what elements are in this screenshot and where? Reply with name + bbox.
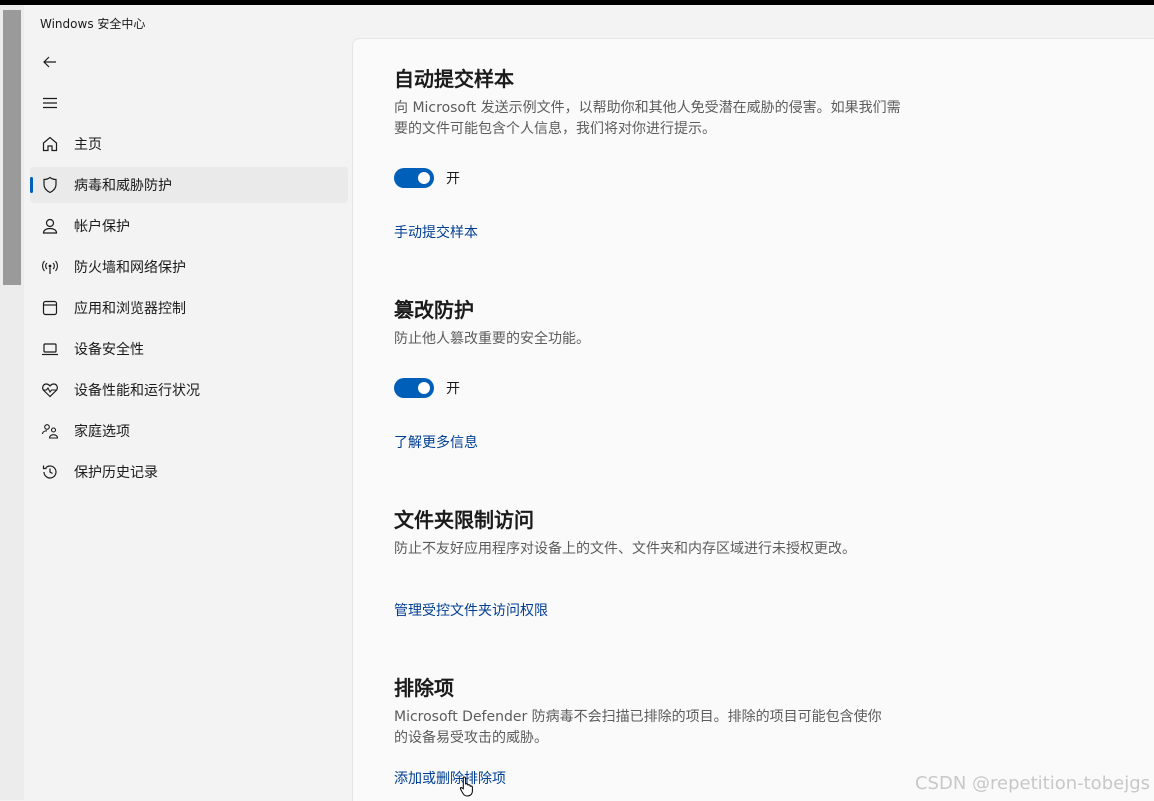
- nav-item-family-options[interactable]: 家庭选项: [30, 413, 348, 449]
- tamper-protection-toggle-row: 开: [394, 378, 460, 398]
- learn-more-link[interactable]: 了解更多信息: [394, 432, 478, 452]
- mouse-pointer-icon: [459, 775, 475, 801]
- nav-item-app-browser-control[interactable]: 应用和浏览器控制: [30, 290, 348, 326]
- back-arrow-icon[interactable]: [36, 48, 64, 76]
- family-icon: [40, 421, 60, 441]
- add-remove-exclusions-link[interactable]: 添加或删除排除项: [394, 768, 506, 788]
- nav-item-firewall[interactable]: 防火墙和网络保护: [30, 249, 348, 285]
- manual-submit-sample-link[interactable]: 手动提交样本: [394, 222, 478, 242]
- watermark-text: CSDN @repetition-tobejgs: [914, 773, 1150, 794]
- section-description: 向 Microsoft 发送示例文件，以帮助你和其他人免受潜在威胁的侵害。如果我…: [394, 100, 901, 137]
- nav-item-device-security[interactable]: 设备安全性: [30, 331, 348, 367]
- history-icon: [40, 462, 60, 482]
- toggle-state-label: 开: [446, 381, 460, 397]
- section-description: 防止不友好应用程序对设备上的文件、文件夹和内存区域进行未授权更改。: [394, 541, 856, 557]
- wireless-icon: [40, 257, 60, 277]
- home-icon: [40, 134, 60, 154]
- person-icon: [40, 216, 60, 236]
- section-title: 自动提交样本: [394, 67, 514, 91]
- sample-submission-toggle[interactable]: [394, 168, 434, 188]
- nav-item-protection-history[interactable]: 保护历史记录: [30, 454, 348, 490]
- app-window-icon: [40, 298, 60, 318]
- nav-item-label: 应用和浏览器控制: [74, 301, 186, 317]
- section-description: 防止他人篡改重要的安全功能。: [394, 331, 590, 347]
- window-title: Windows 安全中心: [40, 17, 146, 31]
- nav-item-home[interactable]: 主页: [30, 126, 348, 162]
- section-title: 排除项: [394, 676, 454, 700]
- section-title: 文件夹限制访问: [394, 508, 534, 532]
- toggle-state-label: 开: [446, 171, 460, 187]
- nav-item-label: 帐户保护: [74, 219, 130, 235]
- toggle-knob: [418, 382, 430, 394]
- shield-icon: [40, 175, 60, 195]
- toggle-knob: [418, 172, 430, 184]
- heart-pulse-icon: [40, 380, 60, 400]
- section-tamper-protection: 篡改防护 防止他人篡改重要的安全功能。: [394, 294, 914, 350]
- nav-item-label: 设备安全性: [74, 342, 144, 358]
- tamper-protection-toggle[interactable]: [394, 378, 434, 398]
- section-description: Microsoft Defender 防病毒不会扫描已排除的项目。排除的项目可能…: [394, 709, 882, 746]
- hamburger-menu-icon[interactable]: [36, 89, 64, 117]
- manage-folder-access-link[interactable]: 管理受控文件夹访问权限: [394, 600, 548, 620]
- scrollbar-thumb[interactable]: [3, 10, 21, 285]
- security-center-window: Windows 安全中心 主页 病毒和威胁防护 帐户保护 防火墙和网络保护 应用: [24, 5, 1154, 801]
- section-exclusions: 排除项 Microsoft Defender 防病毒不会扫描已排除的项目。排除的…: [394, 672, 914, 749]
- nav-item-label: 保护历史记录: [74, 465, 158, 481]
- nav-item-label: 家庭选项: [74, 424, 130, 440]
- section-sample-submission: 自动提交样本 向 Microsoft 发送示例文件，以帮助你和其他人免受潜在威胁…: [394, 63, 914, 140]
- left-scrollbar-track[interactable]: [0, 5, 24, 800]
- sample-submission-toggle-row: 开: [394, 168, 460, 188]
- nav-item-virus-protection[interactable]: 病毒和威胁防护: [30, 167, 348, 203]
- section-controlled-folder-access: 文件夹限制访问 防止不友好应用程序对设备上的文件、文件夹和内存区域进行未授权更改…: [394, 504, 914, 560]
- nav-item-account-protection[interactable]: 帐户保护: [30, 208, 348, 244]
- section-title: 篡改防护: [394, 298, 474, 322]
- nav-item-device-performance[interactable]: 设备性能和运行状况: [30, 372, 348, 408]
- settings-content-pane: 自动提交样本 向 Microsoft 发送示例文件，以帮助你和其他人免受潜在威胁…: [352, 38, 1154, 801]
- nav-item-label: 设备性能和运行状况: [74, 383, 200, 399]
- nav-item-label: 病毒和威胁防护: [74, 178, 172, 194]
- nav-item-label: 主页: [74, 137, 102, 153]
- nav-item-label: 防火墙和网络保护: [74, 260, 186, 276]
- laptop-icon: [40, 339, 60, 359]
